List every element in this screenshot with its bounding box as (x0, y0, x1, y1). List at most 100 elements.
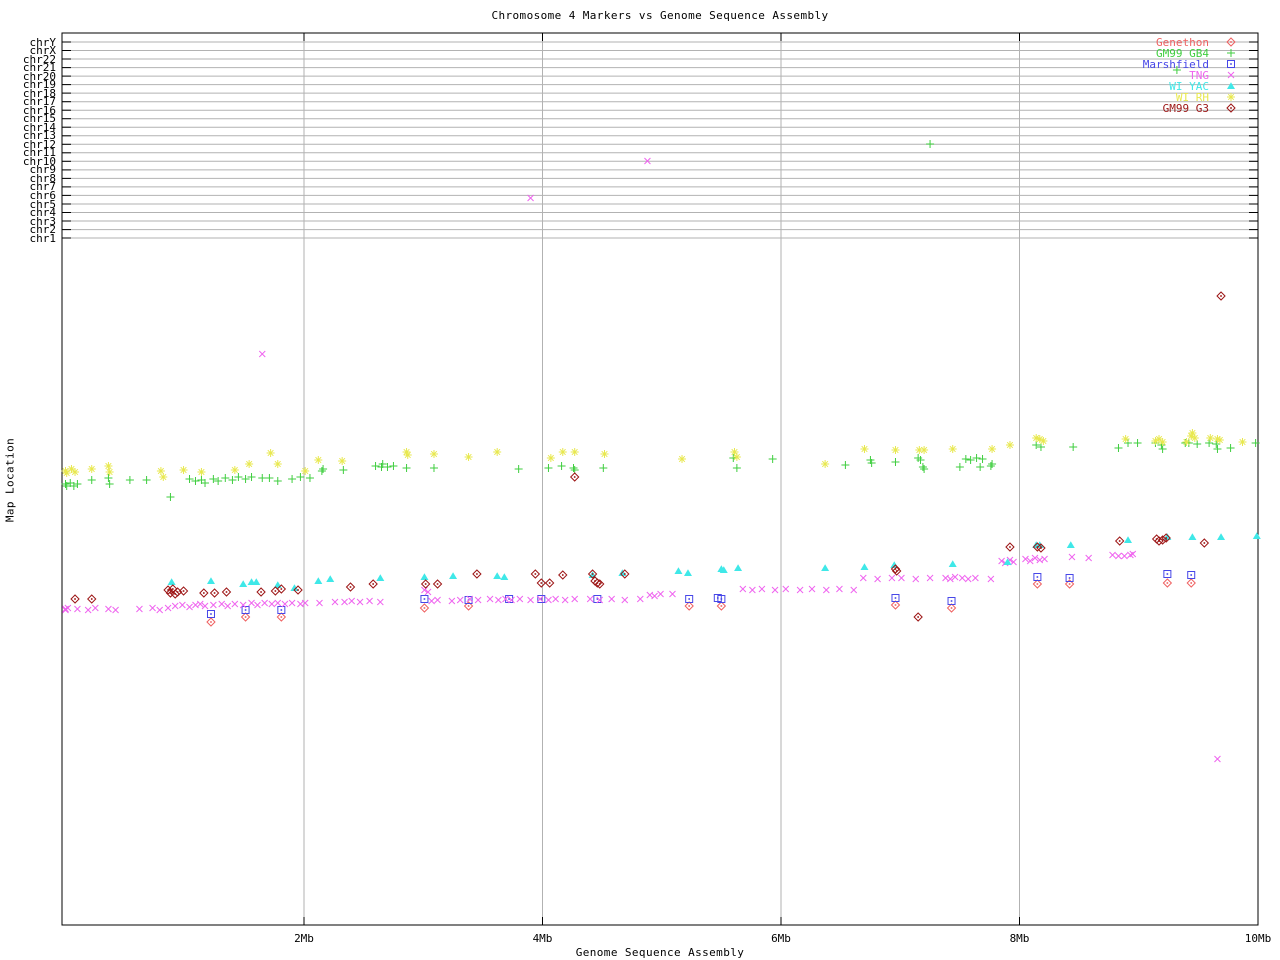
point-gm99_gb4 (288, 475, 297, 483)
point-tng (771, 586, 779, 594)
point-tng (91, 604, 99, 612)
point-wi_rh (464, 453, 473, 461)
point-gm99_gb4 (920, 465, 929, 473)
point-tng (608, 595, 616, 603)
point-gm99_gb4 (841, 461, 850, 469)
point-tng (926, 574, 934, 582)
point-wi_yac (239, 580, 248, 587)
point-gm99_g3-dot (623, 573, 626, 575)
point-wi_yac (376, 574, 385, 581)
point-tng (1109, 551, 1116, 559)
point-tng (136, 605, 143, 613)
point-gm99_gb4 (209, 475, 218, 483)
point-wi_rh (546, 454, 555, 462)
point-tng (456, 596, 464, 604)
point-gm99_g3-dot (349, 586, 352, 588)
point-tng (758, 585, 766, 593)
point-gm99_g3-dot (280, 588, 283, 590)
point-tng (105, 605, 112, 613)
point-genethon-dot (688, 605, 690, 607)
point-tng (366, 597, 373, 605)
point-wi_rh (338, 457, 347, 465)
point-tng (898, 574, 905, 582)
point-gm99_gb4 (371, 462, 380, 470)
plot-area: GenethonGM99 GB4MarshfieldTNGWI YACWI RH… (61, 32, 1261, 926)
point-marshfield-dot (1190, 574, 1193, 576)
point-tng (356, 598, 364, 606)
point-genethon-dot (950, 607, 953, 609)
point-genethon-dot (894, 604, 897, 606)
point-genethon-dot (280, 616, 283, 618)
point-wi_yac (860, 563, 869, 570)
point-marshfield-dot (210, 613, 212, 615)
point-wi_rh (266, 449, 275, 457)
point-tng (850, 586, 858, 594)
point-gm99_g3-dot (573, 476, 576, 478)
point-gm99_g3-dot (203, 592, 205, 594)
point-tng (964, 575, 972, 583)
point-gm99_g3-dot (260, 591, 262, 593)
point-gm99_gb4 (191, 477, 200, 485)
point-genethon-dot (210, 621, 212, 623)
point-tng (224, 602, 232, 610)
point-gm99_g3-dot (1220, 295, 1222, 297)
point-gm99_g3-dot (213, 592, 216, 594)
point-wi_rh (62, 469, 71, 477)
point-gm99_g3-dot (182, 590, 185, 592)
point-gm99_gb4 (296, 473, 305, 481)
point-gm99_gb4 (1133, 439, 1142, 447)
point-gm99_gb4 (61, 480, 70, 488)
point-tng (552, 595, 559, 603)
point-tng (156, 606, 164, 614)
point-gm99_gb4 (891, 458, 900, 466)
point-gm99_gb4 (305, 474, 314, 482)
point-wi_yac (420, 573, 429, 580)
point-gm99_gb4 (142, 476, 151, 484)
point-wi_rh (71, 468, 80, 476)
point-gm99_gb4 (73, 480, 82, 488)
point-wi_rh (230, 466, 239, 474)
point-gm99_gb4 (273, 477, 282, 485)
point-gm99_g3-dot (1118, 540, 1121, 542)
point-gm99_gb4 (166, 493, 175, 501)
point-tng (516, 595, 524, 603)
point-tng (341, 598, 348, 606)
point-gm99_gb4 (732, 464, 741, 472)
point-wi_rh (314, 456, 323, 464)
point-tng (749, 586, 756, 594)
point-gm99_g3-dot (1203, 542, 1206, 544)
point-gm99_gb4 (258, 474, 267, 482)
point-wi_yac (1217, 533, 1226, 540)
point-gm99_g3-dot (1009, 546, 1011, 548)
point-tng (1127, 551, 1134, 559)
point-genethon-dot (1036, 583, 1039, 585)
point-tng (808, 585, 816, 593)
point-wi_rh (821, 460, 830, 468)
point-gm99_gb4 (986, 462, 995, 470)
point-wi_yac (948, 560, 957, 567)
point-wi_yac (206, 577, 215, 584)
point-genethon-dot (1166, 582, 1169, 584)
point-tng (796, 586, 804, 594)
point-tng (782, 585, 790, 593)
point-gm99_gb4 (972, 454, 981, 462)
point-tng (486, 595, 494, 603)
point-marshfield-dot (423, 598, 426, 600)
point-wi_rh (301, 467, 310, 475)
point-gm99_gb4 (429, 464, 438, 472)
point-tng (669, 590, 676, 598)
point-wi_rh (1121, 435, 1130, 443)
point-wi_rh (988, 445, 997, 453)
point-tng (179, 601, 186, 609)
point-gm99_g3-dot (917, 616, 919, 618)
point-wi_rh (570, 448, 579, 456)
point-tng (186, 603, 193, 611)
legend-marker-wi_rh (1227, 93, 1235, 101)
point-tng (210, 601, 217, 609)
point-gm99_g3-dot (540, 582, 543, 584)
point-gm99_gb4 (87, 476, 96, 484)
point-genethon-dot (244, 616, 247, 618)
point-tng (448, 597, 456, 605)
chart-page: Chromosome 4 Markers vs Genome Sequence … (0, 0, 1280, 960)
point-tng (739, 585, 747, 593)
